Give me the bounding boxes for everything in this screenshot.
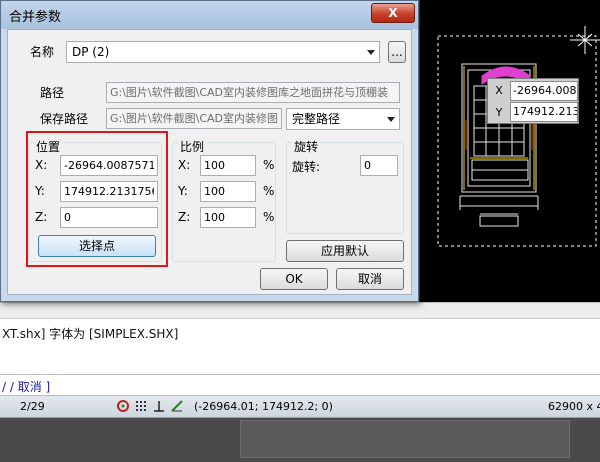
scale-z-label: Z: bbox=[178, 210, 191, 224]
position-highlight-box bbox=[26, 131, 168, 267]
scale-z-input[interactable] bbox=[200, 207, 256, 228]
cancel-button[interactable]: 取消 bbox=[336, 268, 404, 290]
tooltip-x-value: -26964.0088 bbox=[510, 81, 578, 101]
path-label: 路径 bbox=[40, 86, 65, 100]
page-indicator: 2/29 bbox=[20, 400, 45, 413]
path-field[interactable]: G:\图片\软件截图\CAD室内装修图库之地面拼花与顶棚装 bbox=[106, 82, 400, 103]
save-path-label: 保存路径 bbox=[40, 112, 89, 126]
scale-x-unit: % bbox=[263, 158, 275, 172]
scale-y-label: Y: bbox=[178, 184, 188, 198]
dialog-titlebar[interactable]: 合并参数 X bbox=[1, 1, 418, 29]
command-line: / / 取消 ] bbox=[0, 374, 600, 396]
path-mode-select[interactable]: 完整路径 bbox=[286, 108, 400, 130]
cad-drawing bbox=[437, 26, 600, 247]
taskbar-area bbox=[0, 418, 600, 462]
path-mode-value: 完整路径 bbox=[292, 112, 341, 126]
tooltip-y-label: Y bbox=[495, 106, 503, 119]
name-select-value: DP (2) bbox=[72, 45, 110, 59]
drawing-scale: 62900 x 42 bbox=[548, 400, 600, 413]
cursor-coordinates: (-26964.01; 174912.2; 0) bbox=[194, 400, 333, 413]
apply-default-button[interactable]: 应用默认 bbox=[286, 240, 404, 262]
command-history-text: XT.shx] 字体为 [SIMPLEX.SHX] bbox=[2, 327, 179, 341]
coordinate-tooltip: X -26964.0088 Y 174912.2132 bbox=[487, 78, 579, 124]
scale-y-unit: % bbox=[263, 184, 275, 198]
scale-x-input[interactable] bbox=[200, 155, 256, 176]
command-input[interactable] bbox=[68, 377, 596, 394]
panel-divider bbox=[0, 303, 600, 319]
polar-tracking-icon[interactable] bbox=[170, 399, 184, 413]
drawing-canvas[interactable] bbox=[420, 0, 600, 302]
rotation-input[interactable] bbox=[360, 155, 398, 176]
dialog-title: 合并参数 bbox=[9, 10, 62, 25]
ortho-icon[interactable] bbox=[152, 399, 166, 413]
scale-x-label: X: bbox=[178, 158, 191, 172]
tooltip-x-label: X bbox=[495, 84, 503, 97]
snap-icon[interactable] bbox=[116, 399, 130, 413]
save-path-field[interactable]: G:\图片\软件截图\CAD室内装修图 bbox=[106, 108, 282, 129]
chevron-down-icon bbox=[367, 50, 375, 55]
rotation-title: 旋转 bbox=[292, 138, 321, 155]
ok-button[interactable]: OK bbox=[260, 268, 328, 290]
close-button[interactable]: X bbox=[371, 3, 415, 23]
background-window bbox=[240, 420, 570, 458]
browse-button[interactable]: ... bbox=[388, 41, 406, 63]
tooltip-y-value: 174912.2132 bbox=[510, 102, 578, 122]
scale-title: 比例 bbox=[178, 138, 207, 155]
command-options[interactable]: / / 取消 ] bbox=[2, 378, 50, 395]
chevron-down-icon bbox=[387, 117, 395, 122]
rotation-label: 旋转: bbox=[292, 160, 321, 174]
command-history-panel: XT.shx] 字体为 [SIMPLEX.SHX] bbox=[0, 302, 600, 374]
name-label: 名称 bbox=[30, 45, 55, 59]
scale-y-input[interactable] bbox=[200, 181, 256, 202]
status-bar: 2/29 (-26964.01; 174912.2; 0) 62900 x 42 bbox=[0, 396, 600, 418]
grid-icon[interactable] bbox=[134, 399, 148, 413]
scale-z-unit: % bbox=[263, 210, 275, 224]
name-select[interactable]: DP (2) bbox=[66, 41, 380, 63]
